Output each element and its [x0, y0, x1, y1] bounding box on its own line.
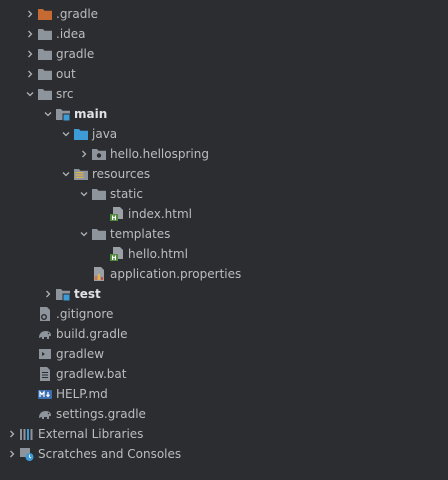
tree-node-label: static — [110, 187, 143, 201]
tree-node-out[interactable]: out — [0, 64, 448, 84]
tree-node-label: .idea — [56, 27, 86, 41]
tree-node-templates[interactable]: templates — [0, 224, 448, 244]
tree-node-idea[interactable]: .idea — [0, 24, 448, 44]
package-icon — [91, 146, 107, 162]
gradle-elephant-icon — [37, 326, 53, 342]
libraries-icon — [19, 426, 35, 442]
tree-node-scratches-and-consoles[interactable]: Scratches and Consoles — [0, 444, 448, 464]
module-folder-icon — [55, 106, 71, 122]
tree-node-label: test — [74, 287, 101, 301]
tree-node-label: src — [56, 87, 74, 101]
tree-node-label: index.html — [128, 207, 192, 221]
folder-icon — [37, 66, 53, 82]
folder-icon — [37, 26, 53, 42]
tree-node-java[interactable]: java — [0, 124, 448, 144]
tree-node-static[interactable]: static — [0, 184, 448, 204]
tree-node-label: application.properties — [110, 267, 242, 281]
folder-icon — [91, 186, 107, 202]
tree-node-label: gradlew — [56, 347, 105, 361]
markdown-file-icon — [37, 386, 53, 402]
tree-node-label: HELP.md — [56, 387, 108, 401]
folder-icon — [37, 46, 53, 62]
folder-icon — [91, 226, 107, 242]
tree-node-hello-html[interactable]: Hhello.html — [0, 244, 448, 264]
tree-node-settings-gradle[interactable]: settings.gradle — [0, 404, 448, 424]
tree-node-application-properties[interactable]: application.properties — [0, 264, 448, 284]
module-folder-icon — [55, 286, 71, 302]
chevron-right-icon[interactable] — [6, 424, 18, 444]
chevron-down-icon[interactable] — [42, 104, 54, 124]
chevron-right-icon[interactable] — [78, 144, 90, 164]
project-tree: .gradle .idea gradle out src main java hello.… — [0, 0, 448, 480]
chevron-down-icon[interactable] — [60, 164, 72, 184]
html-file-icon: H — [109, 206, 125, 222]
chevron-right-icon[interactable] — [6, 444, 18, 464]
chevron-right-icon[interactable] — [24, 44, 36, 64]
tree-node-label: templates — [110, 227, 171, 241]
properties-file-icon — [91, 266, 107, 282]
svg-text:H: H — [111, 215, 116, 222]
tree-node-gradlew-bat[interactable]: gradlew.bat — [0, 364, 448, 384]
tree-node-label: java — [92, 127, 118, 141]
tree-node-label: main — [74, 107, 108, 121]
tree-node-gitignore[interactable]: .gitignore — [0, 304, 448, 324]
chevron-down-icon[interactable] — [78, 224, 90, 244]
tree-node-gradle[interactable]: gradle — [0, 44, 448, 64]
chevron-down-icon[interactable] — [78, 184, 90, 204]
chevron-right-icon[interactable] — [24, 64, 36, 84]
tree-node-resources[interactable]: resources — [0, 164, 448, 184]
gitignore-file-icon — [37, 306, 53, 322]
scratches-icon — [19, 446, 35, 462]
tree-node-label: .gitignore — [56, 307, 114, 321]
tree-node-label: settings.gradle — [56, 407, 146, 421]
tree-node-external-libraries[interactable]: External Libraries — [0, 424, 448, 444]
tree-node-gradle[interactable]: .gradle — [0, 4, 448, 24]
tree-node-help-md[interactable]: HELP.md — [0, 384, 448, 404]
tree-node-label: External Libraries — [38, 427, 144, 441]
shell-script-icon — [37, 346, 53, 362]
resources-folder-icon — [73, 166, 89, 182]
tree-node-gradlew[interactable]: gradlew — [0, 344, 448, 364]
tree-node-label: gradlew.bat — [56, 367, 127, 381]
tree-node-test[interactable]: test — [0, 284, 448, 304]
tree-node-label: hello.hellospring — [110, 147, 209, 161]
chevron-down-icon[interactable] — [24, 84, 36, 104]
folder-icon — [37, 86, 53, 102]
chevron-right-icon[interactable] — [24, 24, 36, 44]
tree-node-index-html[interactable]: Hindex.html — [0, 204, 448, 224]
chevron-right-icon[interactable] — [42, 284, 54, 304]
source-folder-icon — [73, 126, 89, 142]
tree-node-hello-hellospring[interactable]: hello.hellospring — [0, 144, 448, 164]
tree-node-label: Scratches and Consoles — [38, 447, 182, 461]
gradle-elephant-icon — [37, 406, 53, 422]
tree-node-label: gradle — [56, 47, 95, 61]
tree-node-label: out — [56, 67, 76, 81]
chevron-right-icon[interactable] — [24, 4, 36, 24]
tree-node-label: hello.html — [128, 247, 188, 261]
tree-node-label: resources — [92, 167, 151, 181]
folder-excluded-icon — [37, 6, 53, 22]
tree-node-main[interactable]: main — [0, 104, 448, 124]
chevron-down-icon[interactable] — [60, 124, 72, 144]
text-file-icon — [37, 366, 53, 382]
tree-node-src[interactable]: src — [0, 84, 448, 104]
tree-node-build-gradle[interactable]: build.gradle — [0, 324, 448, 344]
html-file-icon: H — [109, 246, 125, 262]
svg-text:H: H — [111, 255, 116, 262]
tree-node-label: .gradle — [56, 7, 99, 21]
tree-node-label: build.gradle — [56, 327, 128, 341]
